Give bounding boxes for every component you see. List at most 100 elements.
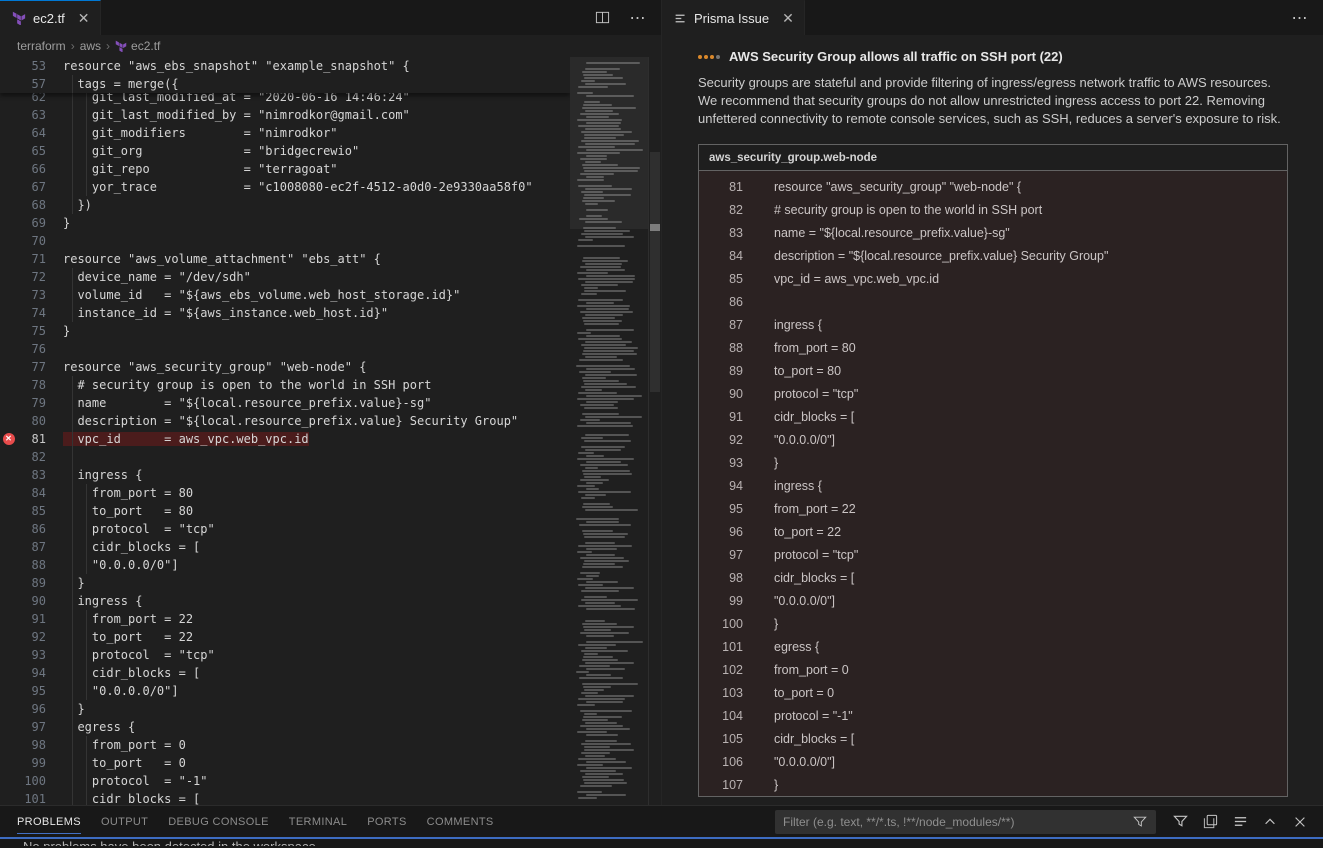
- code-line[interactable]: 76: [0, 340, 570, 358]
- code-line[interactable]: 83 ingress {: [0, 466, 570, 484]
- code-line[interactable]: 98 from_port = 0: [0, 736, 570, 754]
- line-number[interactable]: 72: [17, 268, 63, 286]
- more-actions-icon[interactable]: ⋯: [1290, 8, 1310, 28]
- line-number[interactable]: 96: [17, 700, 63, 718]
- breadcrumb-folder[interactable]: aws: [80, 39, 101, 53]
- code-line[interactable]: 68 }): [0, 196, 570, 214]
- more-actions-icon[interactable]: ⋯: [628, 8, 648, 28]
- line-number[interactable]: 94: [17, 664, 63, 682]
- line-number[interactable]: 91: [17, 610, 63, 628]
- view-as-table-icon[interactable]: [1200, 812, 1220, 832]
- line-number[interactable]: 95: [17, 682, 63, 700]
- code-line[interactable]: 82: [0, 448, 570, 466]
- line-number[interactable]: 66: [17, 160, 63, 178]
- code-line[interactable]: 65 git_org = "bridgecrewio": [0, 142, 570, 160]
- filter-input[interactable]: [783, 815, 1130, 829]
- code-line[interactable]: 78 # security group is open to the world…: [0, 376, 570, 394]
- code-line[interactable]: 87 cidr_blocks = [: [0, 538, 570, 556]
- line-number[interactable]: 84: [17, 484, 63, 502]
- code-line[interactable]: 88 "0.0.0.0/0"]: [0, 556, 570, 574]
- line-number[interactable]: 67: [17, 178, 63, 196]
- line-number[interactable]: 78: [17, 376, 63, 394]
- menu-lines-icon[interactable]: [1230, 812, 1250, 832]
- code-line[interactable]: 57 tags = merge({: [0, 75, 570, 93]
- panel-tab-terminal[interactable]: TERMINAL: [279, 806, 357, 837]
- code-line[interactable]: 85 to_port = 80: [0, 502, 570, 520]
- close-icon[interactable]: ✕: [78, 11, 90, 25]
- code-line[interactable]: 93 protocol = "tcp": [0, 646, 570, 664]
- line-number[interactable]: 100: [17, 772, 63, 790]
- line-number[interactable]: 79: [17, 394, 63, 412]
- panel-tab-output[interactable]: OUTPUT: [91, 806, 158, 837]
- code-line[interactable]: ✕81 vpc_id = aws_vpc.web_vpc.id: [0, 430, 570, 448]
- line-number[interactable]: 82: [17, 448, 63, 466]
- code-line[interactable]: 53resource "aws_ebs_snapshot" "example_s…: [0, 57, 570, 75]
- line-number[interactable]: 87: [17, 538, 63, 556]
- line-number[interactable]: 71: [17, 250, 63, 268]
- panel-tab-comments[interactable]: COMMENTS: [417, 806, 504, 837]
- code-line[interactable]: 70: [0, 232, 570, 250]
- tab-ec2-tf[interactable]: ec2.tf ✕: [0, 0, 101, 35]
- line-number[interactable]: 53: [17, 57, 63, 75]
- line-number[interactable]: 89: [17, 574, 63, 592]
- panel-tab-ports[interactable]: PORTS: [357, 806, 416, 837]
- code-line[interactable]: 67 yor_trace = "c1008080-ec2f-4512-a0d0-…: [0, 178, 570, 196]
- split-editor-icon[interactable]: [592, 8, 612, 28]
- code-line[interactable]: 74 instance_id = "${aws_instance.web_hos…: [0, 304, 570, 322]
- panel-tab-debug-console[interactable]: DEBUG CONSOLE: [158, 806, 279, 837]
- line-number[interactable]: 98: [17, 736, 63, 754]
- line-number[interactable]: 64: [17, 124, 63, 142]
- panel-tab-problems[interactable]: PROBLEMS: [7, 806, 91, 837]
- code-line[interactable]: 77resource "aws_security_group" "web-nod…: [0, 358, 570, 376]
- minimap[interactable]: [570, 57, 648, 805]
- line-number[interactable]: 88: [17, 556, 63, 574]
- code-line[interactable]: 84 from_port = 80: [0, 484, 570, 502]
- maximize-panel-icon[interactable]: [1260, 812, 1280, 832]
- line-number[interactable]: 65: [17, 142, 63, 160]
- code-line[interactable]: 99 to_port = 0: [0, 754, 570, 772]
- tab-prisma-issue[interactable]: Prisma Issue ✕: [662, 0, 805, 35]
- code-line[interactable]: 89 }: [0, 574, 570, 592]
- scrollbar-slider[interactable]: [650, 152, 660, 392]
- breadcrumb-file[interactable]: ec2.tf: [115, 39, 160, 53]
- line-number[interactable]: 85: [17, 502, 63, 520]
- code-line[interactable]: 63 git_last_modified_by = "nimrodkor@gma…: [0, 106, 570, 124]
- filter-icon[interactable]: [1130, 812, 1150, 832]
- code-line[interactable]: 96 }: [0, 700, 570, 718]
- code-area[interactable]: 62 git_last_modified_at = "2020-06-16 14…: [0, 57, 570, 805]
- code-line[interactable]: 94 cidr_blocks = [: [0, 664, 570, 682]
- line-number[interactable]: 83: [17, 466, 63, 484]
- line-number[interactable]: 101: [17, 790, 63, 805]
- code-line[interactable]: 80 description = "${local.resource_prefi…: [0, 412, 570, 430]
- code-line[interactable]: 91 from_port = 22: [0, 610, 570, 628]
- line-number[interactable]: 77: [17, 358, 63, 376]
- code-line[interactable]: 79 name = "${local.resource_prefix.value…: [0, 394, 570, 412]
- line-number[interactable]: 68: [17, 196, 63, 214]
- sticky-scroll[interactable]: 53resource "aws_ebs_snapshot" "example_s…: [0, 57, 570, 93]
- code-line[interactable]: 86 protocol = "tcp": [0, 520, 570, 538]
- error-icon[interactable]: ✕: [0, 430, 17, 448]
- code-line[interactable]: 69}: [0, 214, 570, 232]
- code-line[interactable]: 100 protocol = "-1": [0, 772, 570, 790]
- code-line[interactable]: 66 git_repo = "terragoat": [0, 160, 570, 178]
- editor-scrollbar[interactable]: [648, 57, 661, 805]
- line-number[interactable]: 99: [17, 754, 63, 772]
- code-line[interactable]: 75}: [0, 322, 570, 340]
- minimap-viewport[interactable]: [570, 57, 648, 229]
- line-number[interactable]: 90: [17, 592, 63, 610]
- code-line[interactable]: 64 git_modifiers = "nimrodkor": [0, 124, 570, 142]
- line-number[interactable]: 70: [17, 232, 63, 250]
- code-line[interactable]: 71resource "aws_volume_attachment" "ebs_…: [0, 250, 570, 268]
- line-number[interactable]: 73: [17, 286, 63, 304]
- code-line[interactable]: 92 to_port = 22: [0, 628, 570, 646]
- close-icon[interactable]: ✕: [782, 11, 794, 25]
- line-number[interactable]: 75: [17, 322, 63, 340]
- code-line[interactable]: 97 egress {: [0, 718, 570, 736]
- close-panel-icon[interactable]: [1290, 812, 1310, 832]
- line-number[interactable]: 74: [17, 304, 63, 322]
- code-line[interactable]: 73 volume_id = "${aws_ebs_volume.web_hos…: [0, 286, 570, 304]
- line-number[interactable]: 86: [17, 520, 63, 538]
- line-number[interactable]: 93: [17, 646, 63, 664]
- code-line[interactable]: 72 device_name = "/dev/sdh": [0, 268, 570, 286]
- line-number[interactable]: 97: [17, 718, 63, 736]
